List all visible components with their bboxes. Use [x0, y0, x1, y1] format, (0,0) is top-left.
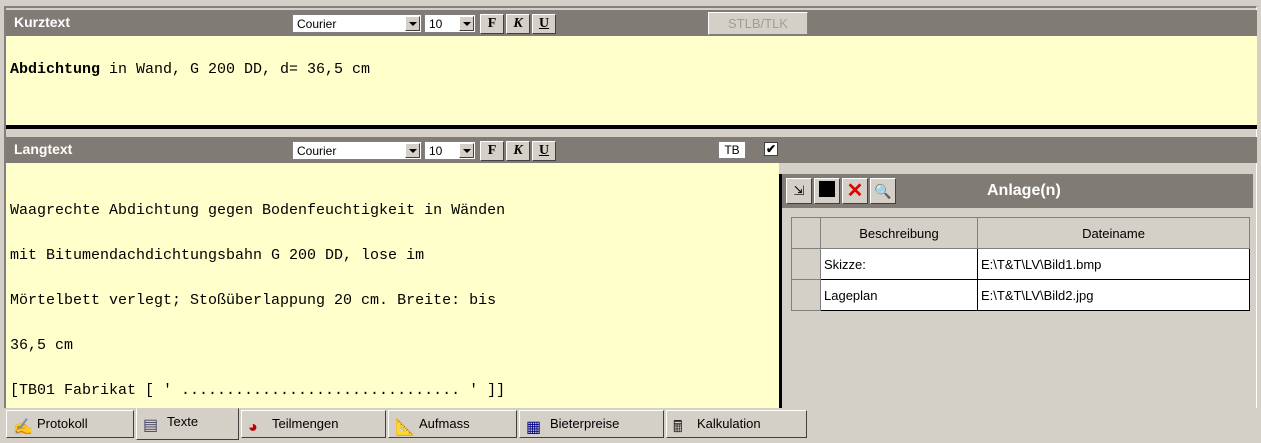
kurztext-title: Kurztext: [14, 14, 71, 30]
kurztext-font-select[interactable]: Courier: [292, 14, 422, 33]
pie-chart-icon: ◕: [248, 419, 258, 436]
kurztext-underline-button[interactable]: U: [532, 14, 556, 34]
close-icon: ✕: [846, 180, 864, 202]
table-row[interactable]: Lageplan E:\T&T\LV\Bild2.jpg: [791, 279, 1250, 311]
row-selector-header: [791, 217, 821, 249]
chevron-down-icon[interactable]: [459, 16, 474, 31]
langtext-toolbar: Langtext Courier 10 F K U TB ✔: [6, 137, 1257, 163]
cell-beschreibung[interactable]: Lageplan: [820, 279, 978, 311]
tb-field[interactable]: TB: [718, 141, 746, 159]
langtext-line: [TB01 Fabrikat [ ' .....................…: [10, 382, 506, 399]
cell-dateiname[interactable]: E:\T&T\LV\Bild1.bmp: [977, 248, 1250, 280]
attachments-toolbar: ⇲ ✕ 🔍 Anlage(n): [782, 174, 1253, 208]
langtext-line: mit Bitumendachdichtungsbahn G 200 DD, l…: [10, 247, 425, 264]
table-row[interactable]: Skizze: E:\T&T\LV\Bild1.bmp: [791, 248, 1250, 280]
kurztext-size-select[interactable]: 10: [424, 14, 476, 33]
langtext-italic-button[interactable]: K: [506, 141, 530, 161]
langtext-editor[interactable]: Waagrechte Abdichtung gegen Bodenfeuchti…: [6, 163, 779, 408]
attachments-title: Anlage(n): [987, 182, 1061, 199]
view-attachment-button[interactable]: 🔍: [870, 178, 896, 204]
table-header-row: Beschreibung Dateiname: [791, 217, 1250, 249]
langtext-title: Langtext: [14, 141, 73, 157]
column-header-beschreibung[interactable]: Beschreibung: [820, 217, 978, 249]
measure-icon: 📐: [395, 419, 415, 436]
kurztext-toolbar: Kurztext Courier 10 F K U STLB/TLK: [6, 10, 1257, 36]
tab-texte[interactable]: ▤ Texte: [136, 408, 239, 440]
tb-checkbox[interactable]: ✔: [764, 142, 778, 156]
save-attachment-button[interactable]: [814, 178, 840, 204]
magnifier-icon: 🔍: [874, 183, 892, 199]
stlb-tlk-button[interactable]: STLB/TLK: [708, 12, 808, 35]
save-icon: [819, 181, 835, 197]
protocol-icon: ✍: [13, 419, 33, 436]
calculator-icon: 🖩: [673, 419, 683, 436]
row-selector[interactable]: [791, 279, 821, 311]
kurztext-text: in Wand, G 200 DD, d= 36,5 cm: [100, 61, 371, 78]
langtext-line: 36,5 cm: [10, 337, 74, 354]
langtext-bold-button[interactable]: F: [480, 141, 504, 161]
table-icon: ▦: [526, 419, 542, 436]
column-header-dateiname[interactable]: Dateiname: [977, 217, 1250, 249]
tab-teilmengen[interactable]: ◕ Teilmengen: [241, 410, 386, 438]
kurztext-editor[interactable]: Abdichtung in Wand, G 200 DD, d= 36,5 cm: [6, 36, 1257, 125]
tab-bieterpreise[interactable]: ▦ Bieterpreise: [519, 410, 664, 438]
langtext-underline-button[interactable]: U: [532, 141, 556, 161]
tab-kalkulation[interactable]: 🖩 Kalkulation: [666, 410, 807, 438]
chevron-down-icon[interactable]: [405, 16, 420, 31]
delete-attachment-button[interactable]: ✕: [842, 178, 868, 204]
kurztext-bold-button[interactable]: F: [480, 14, 504, 34]
langtext-line: Waagrechte Abdichtung gegen Bodenfeuchti…: [10, 202, 506, 219]
langtext-size-select[interactable]: 10: [424, 141, 476, 160]
insert-icon: ⇲: [793, 183, 805, 198]
chevron-down-icon[interactable]: [405, 143, 420, 158]
kurztext-italic-button[interactable]: K: [506, 14, 530, 34]
attachments-table: Beschreibung Dateiname Skizze: E:\T&T\LV…: [791, 217, 1250, 311]
tab-bar: ✍ Protokoll ▤ Texte ◕ Teilmengen 📐 Aufma…: [0, 408, 1261, 443]
kurztext-bold-word: Abdichtung: [10, 61, 101, 78]
tab-protokoll[interactable]: ✍ Protokoll: [6, 410, 134, 438]
chevron-down-icon[interactable]: [459, 143, 474, 158]
splitter[interactable]: [6, 125, 1257, 129]
cell-beschreibung[interactable]: Skizze:: [820, 248, 978, 280]
document-icon: ▤: [143, 417, 159, 434]
langtext-line: Mörtelbett verlegt; Stoßüberlappung 20 c…: [10, 292, 497, 309]
attachments-panel: ⇲ ✕ 🔍 Anlage(n) Beschreibung Dateiname S…: [779, 174, 1253, 408]
cell-dateiname[interactable]: E:\T&T\LV\Bild2.jpg: [977, 279, 1250, 311]
row-selector[interactable]: [791, 248, 821, 280]
langtext-font-select[interactable]: Courier: [292, 141, 422, 160]
tab-aufmass[interactable]: 📐 Aufmass: [388, 410, 517, 438]
insert-attachment-button[interactable]: ⇲: [786, 178, 812, 204]
